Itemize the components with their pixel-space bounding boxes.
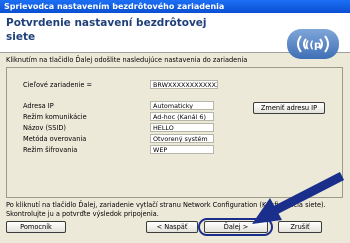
- wizard-window: Sprievodca nastavením bezdrôtového zaria…: [0, 0, 350, 243]
- pointer-arrow-icon: [252, 171, 345, 224]
